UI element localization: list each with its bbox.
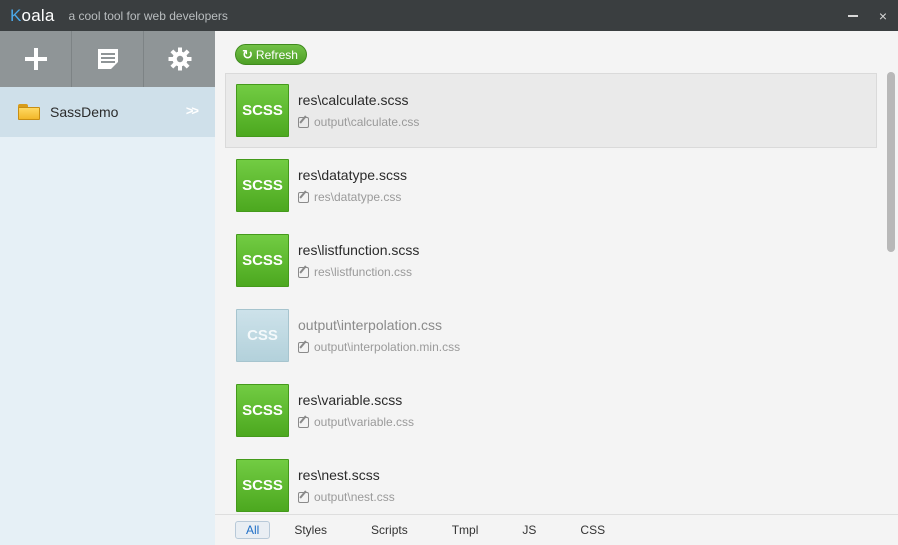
output-path[interactable]: output\variable.css <box>298 415 414 429</box>
scss-file-icon: SCSS <box>236 84 289 137</box>
edit-icon <box>298 266 309 278</box>
add-project-button[interactable] <box>0 31 72 87</box>
output-path-text: output\interpolation.min.css <box>314 340 461 354</box>
file-item[interactable]: SCSS res\variable.scss output\variable.c… <box>225 373 877 448</box>
filter-bar: All Styles Scripts Tmpl JS CSS <box>215 514 898 545</box>
close-icon: × <box>878 7 888 24</box>
app-tagline: a cool tool for web developers <box>68 8 228 23</box>
file-name: res\datatype.scss <box>298 167 407 183</box>
edit-icon <box>298 341 309 353</box>
output-path-text: output\nest.css <box>314 490 395 504</box>
app-logo: Koala <box>10 6 55 26</box>
filter-tab-styles[interactable]: Styles <box>284 522 337 538</box>
file-list: SCSS res\calculate.scss output\calculate… <box>225 73 877 523</box>
output-path[interactable]: res\listfunction.css <box>298 265 412 279</box>
scss-file-icon: SCSS <box>236 459 289 512</box>
edit-icon <box>298 191 309 203</box>
logo-text: oala <box>21 5 55 25</box>
close-button[interactable]: × <box>868 0 898 31</box>
sidebar-toolbar <box>0 31 215 87</box>
file-item[interactable]: SCSS res\calculate.scss output\calculate… <box>225 73 877 148</box>
file-item[interactable]: CSS output\interpolation.css output\inte… <box>225 298 877 373</box>
refresh-icon: ↻ <box>242 46 253 62</box>
file-name: res\nest.scss <box>298 467 380 483</box>
minimize-icon <box>848 14 858 17</box>
filter-tab-scripts[interactable]: Scripts <box>361 522 418 538</box>
folder-icon <box>18 104 40 120</box>
scss-file-icon: SCSS <box>236 234 289 287</box>
file-name: res\calculate.scss <box>298 92 409 108</box>
edit-icon <box>298 116 309 128</box>
output-path[interactable]: output\calculate.css <box>298 115 419 129</box>
log-button[interactable] <box>72 31 144 87</box>
logo-initial: K <box>10 5 22 25</box>
edit-icon <box>298 416 309 428</box>
refresh-button[interactable]: ↻ Refresh <box>235 44 307 65</box>
plus-icon <box>24 48 47 70</box>
gear-icon <box>168 47 191 71</box>
file-panel: ↻ Refresh SCSS res\calculate.scss output… <box>215 31 898 514</box>
minimize-button[interactable] <box>838 0 868 31</box>
file-name: output\interpolation.css <box>298 317 442 333</box>
filter-tab-tmpl[interactable]: Tmpl <box>442 522 489 538</box>
project-name: SassDemo <box>50 104 119 120</box>
filter-tab-js[interactable]: JS <box>512 522 546 538</box>
file-item[interactable]: SCSS res\nest.scss output\nest.css <box>225 448 877 523</box>
sidebar: SassDemo >> <box>0 31 215 545</box>
project-item-sassdemo[interactable]: SassDemo >> <box>0 87 215 137</box>
title-bar: Koala a cool tool for web developers × <box>0 0 898 31</box>
output-path-text: output\calculate.css <box>314 115 420 129</box>
output-path-text: output\variable.css <box>314 415 415 429</box>
scss-file-icon: SCSS <box>236 384 289 437</box>
file-item[interactable]: SCSS res\listfunction.scss res\listfunct… <box>225 223 877 298</box>
filter-tab-all[interactable]: All <box>235 521 271 539</box>
output-path[interactable]: res\datatype.css <box>298 190 401 204</box>
settings-button[interactable] <box>144 31 215 87</box>
scss-file-icon: SCSS <box>236 159 289 212</box>
document-icon <box>97 49 118 69</box>
refresh-label: Refresh <box>255 47 298 62</box>
file-item[interactable]: SCSS res\datatype.scss res\datatype.css <box>225 148 877 223</box>
output-path-text: res\listfunction.css <box>314 265 413 279</box>
output-path[interactable]: output\interpolation.min.css <box>298 340 460 354</box>
output-path[interactable]: output\nest.css <box>298 490 395 504</box>
chevron-right-icon[interactable]: >> <box>186 103 199 118</box>
output-path-text: res\datatype.css <box>314 190 402 204</box>
filter-tab-css[interactable]: CSS <box>570 522 615 538</box>
css-file-icon: CSS <box>236 309 289 362</box>
scrollbar-thumb[interactable] <box>887 72 895 252</box>
file-name: res\variable.scss <box>298 392 403 408</box>
file-name: res\listfunction.scss <box>298 242 420 258</box>
edit-icon <box>298 491 309 503</box>
